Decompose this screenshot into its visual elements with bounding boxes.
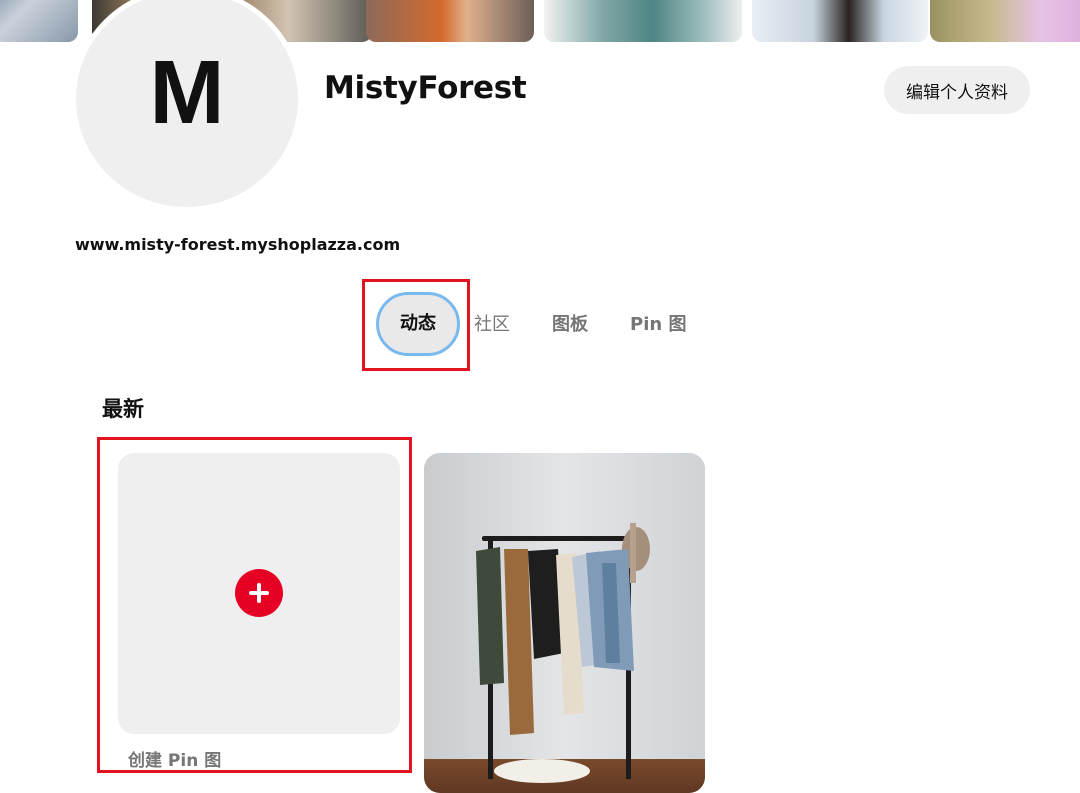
profile-tabs: 动态 社区 图板 Pin 图 <box>364 280 704 370</box>
tab-boards[interactable]: 图板 <box>552 313 588 337</box>
plus-icon <box>249 583 269 603</box>
create-pin-button[interactable] <box>235 569 283 617</box>
website-link[interactable]: www.misty-forest.myshoplazza.com <box>75 235 400 254</box>
pin-image <box>424 453 705 793</box>
cover-photo <box>0 0 78 42</box>
cover-photo <box>366 0 534 42</box>
pin-card[interactable] <box>424 453 705 793</box>
profile-name: MistyForest <box>324 70 527 106</box>
create-pin-label[interactable]: 创建 Pin 图 <box>128 746 221 771</box>
tab-pins[interactable]: Pin 图 <box>630 313 686 337</box>
edit-profile-button[interactable]: 编辑个人资料 <box>884 66 1030 114</box>
cover-photo <box>544 0 742 42</box>
section-title: 最新 <box>102 397 144 421</box>
tab-activity[interactable]: 动态 <box>376 292 460 356</box>
cover-photo <box>930 0 1080 42</box>
avatar-placeholder: M <box>76 0 298 207</box>
avatar-initial: M <box>149 42 225 143</box>
tab-community[interactable]: 社区 <box>474 313 510 337</box>
profile-avatar[interactable]: M <box>71 0 303 212</box>
cover-photo <box>752 0 928 42</box>
create-pin-card[interactable] <box>118 453 400 734</box>
